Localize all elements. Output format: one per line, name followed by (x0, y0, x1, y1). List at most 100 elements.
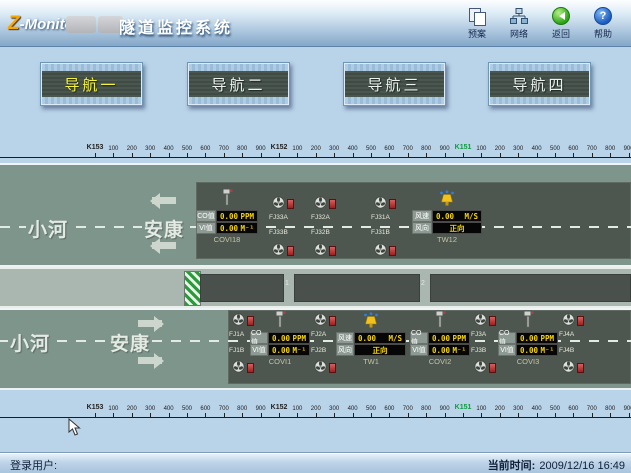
nav-button-2[interactable]: 导航二 (187, 62, 290, 106)
nav-button-3[interactable]: 导航三 (343, 62, 446, 106)
ruler-tick-mark (279, 413, 280, 417)
place-label-xiaohe: 小河 (8, 329, 52, 356)
ruler-tick-label: 500 (366, 406, 376, 412)
ruler-tick-mark (113, 153, 114, 157)
tunnel-monitor-window: Z-Monitor 隧道监控系统 预案 网络 返回 ? 帮助 (0, 0, 631, 473)
toolbar-button-back[interactable]: 返回 (542, 7, 580, 40)
sensor-label: 风向 (336, 344, 354, 356)
sensor-label: 风向 (412, 222, 432, 234)
ruler-tick-label: 800 (237, 146, 247, 152)
ruler-tick-label: 700 (587, 146, 597, 152)
fan-FJ33A-icon[interactable] (272, 196, 285, 209)
fan-FJ4B-icon[interactable] (562, 360, 575, 373)
fan-FJ4A-icon[interactable] (562, 313, 575, 326)
ruler-tick-label: 900 (624, 406, 631, 412)
ruler-tick-mark (261, 413, 262, 417)
ruler-tick-label: 500 (366, 146, 376, 152)
fan-FJ1B-icon[interactable] (232, 360, 245, 373)
ruler-tick-mark (426, 153, 427, 157)
station-name-TW1: TW1 (336, 357, 406, 366)
traffic-direction-arrow-left (152, 242, 176, 249)
fan-FJ31A-icon[interactable] (374, 196, 387, 209)
ruler-tick-label: 900 (440, 146, 450, 152)
place-label-ankang: 安康 (108, 329, 152, 356)
place-label-xiaohe: 小河 (26, 215, 70, 242)
ruler-tick-label: 100 (476, 146, 486, 152)
ruler-tick-label: K152 (271, 404, 288, 411)
fan-FJ33B-icon[interactable] (272, 243, 285, 256)
fan-label-FJ2B: FJ2B (311, 347, 326, 354)
ruler-tick-mark (242, 413, 243, 417)
lane-centerline (0, 226, 631, 228)
fan-label-FJ31A: FJ31A (371, 214, 390, 221)
ruler-tick-label: 700 (403, 146, 413, 152)
fan-FJ1A-icon[interactable] (232, 313, 245, 326)
wind-station-TW12[interactable]: 风速0.00M/S风向正向 (412, 210, 482, 234)
ruler-tick-mark (95, 153, 96, 157)
ruler-tick-mark (316, 413, 317, 417)
ruler-tick-mark (334, 153, 335, 157)
sensor-unit: M⁻¹ (292, 346, 306, 355)
documents-icon (458, 7, 496, 25)
ruler-tick-label: 400 (164, 146, 174, 152)
sensor-value: 0.00M⁻¹ (268, 344, 310, 356)
fan-FJ2B-icon[interactable] (314, 360, 327, 373)
station-name-COVI1: COVI1 (250, 357, 310, 366)
fan-FJ32A-icon[interactable] (314, 196, 327, 209)
fan-status-indicator (577, 316, 584, 326)
ruler-tick-label: 900 (624, 146, 631, 152)
ruler-tick-mark (242, 153, 243, 157)
ruler-tick-mark (261, 153, 262, 157)
ruler-tick-label: K151 (455, 404, 472, 411)
sensor-label: CO值 (498, 332, 516, 344)
toolbar-label: 返回 (542, 27, 580, 40)
nav-button-label: 导航四 (489, 63, 590, 105)
nav-button-1[interactable]: 导航一 (40, 62, 143, 106)
ruler-tick-mark (408, 153, 409, 157)
sensor-unit: M⁻¹ (540, 346, 554, 355)
fan-status-indicator (287, 199, 294, 209)
covi-station-COVI2[interactable]: CO值0.00PPMVI值0.00M⁻¹ (410, 332, 470, 356)
toolbar-button-plan[interactable]: 预案 (458, 7, 496, 40)
ruler-tick-label: 300 (145, 146, 155, 152)
ruler-tick-mark (132, 413, 133, 417)
fan-label-FJ3A: FJ3A (471, 331, 486, 338)
covi-station-COVI3[interactable]: CO值0.00PPMVI值0.00M⁻¹ (498, 332, 558, 356)
fan-FJ3B-icon[interactable] (474, 360, 487, 373)
fan-FJ2A-icon[interactable] (314, 313, 327, 326)
fan-label-FJ4B: FJ4B (559, 347, 574, 354)
wind-sensor-icon (437, 190, 457, 212)
ruler-tick-mark (132, 153, 133, 157)
ruler-tick-mark (187, 413, 188, 417)
sensor-unit: M/S (464, 212, 478, 221)
ruler-tick-label: 200 (311, 146, 321, 152)
ruler-tick-label: 700 (403, 406, 413, 412)
nav-button-4[interactable]: 导航四 (488, 62, 591, 106)
wind-station-TW1[interactable]: 风速0.00M/S风向正向 (336, 332, 406, 356)
covi-station-COVI18[interactable]: CO值0.00PPMVI值0.00M⁻¹ (196, 210, 258, 234)
covi-station-COVI1[interactable]: CO值0.00PPMVI值0.00M⁻¹ (250, 332, 310, 356)
ruler-tick-label: 900 (440, 406, 450, 412)
wind-sensor-icon (361, 312, 381, 334)
fan-FJ31B-icon[interactable] (374, 243, 387, 256)
ruler-tick-mark (95, 413, 96, 417)
toolbar-button-help[interactable]: ? 帮助 (584, 7, 622, 40)
ruler-tick-mark (297, 153, 298, 157)
ruler-tick-label: K151 (455, 144, 472, 151)
fan-FJ32B-icon[interactable] (314, 243, 327, 256)
tunnel-portal-marker (184, 271, 201, 306)
fan-label-FJ4A: FJ4A (559, 331, 574, 338)
ruler-tick-mark (592, 153, 593, 157)
ruler-tick-label: 700 (219, 406, 229, 412)
sensor-label: 风速 (412, 210, 432, 222)
ruler-tick-label: 400 (532, 406, 542, 412)
sensor-label: 风速 (336, 332, 354, 344)
ruler-tick-mark (518, 153, 519, 157)
tunnel-lining-block (430, 274, 631, 302)
ruler-tick-mark (610, 153, 611, 157)
toolbar-button-network[interactable]: 网络 (500, 7, 538, 40)
fan-FJ3A-icon[interactable] (474, 313, 487, 326)
co-vi-detector-icon (434, 310, 446, 333)
network-icon (500, 7, 538, 25)
ruler-tick-mark (205, 153, 206, 157)
